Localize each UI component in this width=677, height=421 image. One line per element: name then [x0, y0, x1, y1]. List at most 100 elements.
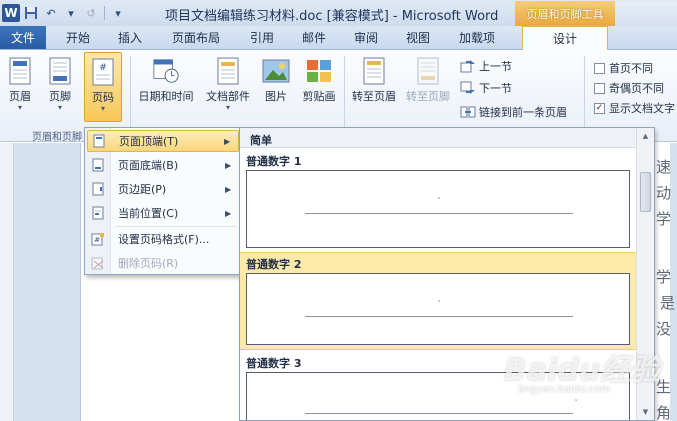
link-to-previous-button[interactable]: 链接到前一条页眉 [460, 104, 567, 120]
scroll-down-arrow-icon[interactable]: ▼ [637, 404, 654, 420]
next-section-icon [460, 81, 475, 94]
gallery-item-preview: ¹ [246, 170, 630, 248]
quick-access-toolbar: W ↶ ▾ ↺ ▾ [2, 3, 127, 23]
vertical-ruler [0, 143, 14, 421]
menu-item-label: 页边距(P) [118, 183, 167, 196]
picture-button[interactable]: 图片 [258, 56, 294, 106]
page-number-button-label: 页码 [92, 91, 114, 104]
tab-review[interactable]: 审阅 [344, 26, 388, 49]
menu-item-remove-page-numbers: 删除页码(R) [87, 252, 239, 274]
menu-item-page-margins[interactable]: 页边距(P) ▶ [87, 178, 239, 200]
menu-item-bottom-of-page[interactable]: 页面底端(B) ▶ [87, 154, 239, 176]
scrollbar-thumb[interactable] [640, 172, 651, 212]
quick-parts-button[interactable]: 文档部件 ▾ [202, 56, 254, 112]
prev-section-icon [460, 60, 475, 73]
svg-text:#: # [94, 236, 100, 244]
different-first-page-label: 首页不同 [609, 62, 653, 75]
show-document-text-label: 显示文档文字 [609, 102, 675, 115]
prev-section-label: 上一节 [479, 60, 512, 73]
footer-button-label: 页脚 [49, 90, 71, 103]
quick-parts-label: 文档部件 [206, 90, 250, 103]
customize-toolbar-icon[interactable]: ▾ [109, 4, 127, 22]
separator [344, 56, 345, 128]
dropdown-arrow-icon[interactable]: ▾ [62, 4, 80, 22]
prev-section-button[interactable]: 上一节 [460, 58, 512, 74]
menu-item-format-page-numbers[interactable]: # 设置页码格式(F)... [87, 228, 239, 250]
tab-home[interactable]: 开始 [56, 26, 100, 49]
document-text: 角 [656, 404, 672, 421]
page-top-icon [88, 134, 110, 148]
tab-file[interactable]: 文件 [0, 26, 46, 49]
different-odd-even-label: 奇偶页不同 [609, 82, 664, 95]
menu-item-current-position[interactable]: 当前位置(C) ▶ [87, 202, 239, 224]
clip-art-icon [305, 56, 333, 86]
show-document-text-checkbox[interactable]: ✓ 显示文档文字 [594, 100, 675, 116]
gallery-item-preview: ¹ [246, 273, 630, 345]
document-text: 没 [656, 320, 672, 338]
save-icon[interactable] [22, 4, 40, 22]
menu-item-label: 页面顶端(T) [119, 135, 179, 148]
group-label-header-footer: 页眉和页脚 [32, 132, 82, 143]
separator [584, 56, 585, 128]
different-odd-even-checkbox[interactable]: 奇偶页不同 [594, 80, 664, 96]
goto-footer-label: 转至页脚 [406, 90, 450, 103]
document-text: 速 [656, 158, 672, 176]
link-to-previous-label: 链接到前一条页眉 [479, 106, 567, 119]
checkbox-box[interactable] [594, 62, 605, 74]
tab-view[interactable]: 视图 [396, 26, 440, 49]
document-text: 动 [656, 184, 672, 202]
header-line [305, 213, 573, 214]
context-tab-title: 页眉和页脚工具 [515, 1, 615, 26]
submenu-arrow-icon: ▶ [225, 160, 232, 170]
undo-icon[interactable]: ↶ [42, 4, 60, 22]
gallery-section-header: 简单 [240, 128, 636, 148]
different-first-page-checkbox[interactable]: 首页不同 [594, 60, 653, 76]
scroll-up-arrow-icon[interactable]: ▲ [637, 128, 654, 144]
chevron-down-icon: ▾ [17, 103, 22, 112]
word-icon[interactable]: W [2, 4, 20, 22]
tab-references[interactable]: 引用 [240, 26, 284, 49]
svg-text:#: # [99, 63, 107, 73]
menu-item-label: 当前位置(C) [118, 207, 179, 220]
next-section-button[interactable]: 下一节 [460, 80, 512, 96]
page-number-marker: ¹ [575, 399, 578, 405]
tab-mailings[interactable]: 邮件 [292, 26, 336, 49]
next-section-label: 下一节 [479, 82, 512, 95]
window-title: 项目文档编辑练习材料.doc [兼容模式] - Microsoft Word [165, 9, 499, 24]
gallery-item-plain-number-1[interactable]: 普通数字 1 ¹ [240, 150, 636, 248]
goto-footer-button: 转至页脚 [402, 56, 454, 106]
gallery-item-label: 普通数字 3 [246, 357, 302, 370]
tab-insert[interactable]: 插入 [108, 26, 152, 49]
format-page-number-icon: # [87, 232, 109, 246]
goto-header-label: 转至页眉 [352, 90, 396, 103]
header-line [305, 413, 573, 414]
checkbox-box[interactable] [594, 82, 605, 94]
page-bottom-icon [87, 158, 109, 172]
date-time-button[interactable]: 日期和时间 [136, 56, 196, 106]
calendar-clock-icon [152, 56, 180, 86]
menu-item-top-of-page[interactable]: 页面顶端(T) ▶ [87, 130, 239, 152]
tab-add-ins[interactable]: 加载项 [448, 26, 506, 49]
header-line [305, 316, 573, 317]
submenu-arrow-icon: ▶ [224, 136, 231, 146]
document-text: 学 [656, 210, 672, 228]
submenu-arrow-icon: ▶ [225, 208, 232, 218]
redo-icon[interactable]: ↺ [82, 4, 100, 22]
chevron-down-icon: ▾ [57, 103, 62, 112]
tab-page-layout[interactable]: 页面布局 [160, 26, 232, 49]
gallery-item-plain-number-2[interactable]: 普通数字 2 ¹ [240, 252, 636, 350]
footer-button[interactable]: 页脚 ▾ [44, 56, 76, 118]
title-bar-right [615, 1, 677, 26]
header-button[interactable]: 页眉 ▾ [4, 56, 36, 118]
tab-design[interactable]: 设计 [522, 26, 608, 50]
menu-item-label: 删除页码(R) [118, 257, 179, 270]
clip-art-button[interactable]: 剪贴画 [298, 56, 340, 106]
remove-page-number-icon [87, 256, 109, 270]
chevron-down-icon: ▾ [100, 104, 105, 113]
page-number-marker: ¹ [438, 300, 441, 306]
checkbox-box[interactable]: ✓ [594, 102, 605, 114]
picture-icon [262, 56, 290, 86]
page-number-button[interactable]: # 页码 ▾ [84, 52, 122, 122]
goto-header-button[interactable]: 转至页眉 [348, 56, 400, 106]
current-position-icon [87, 206, 109, 220]
